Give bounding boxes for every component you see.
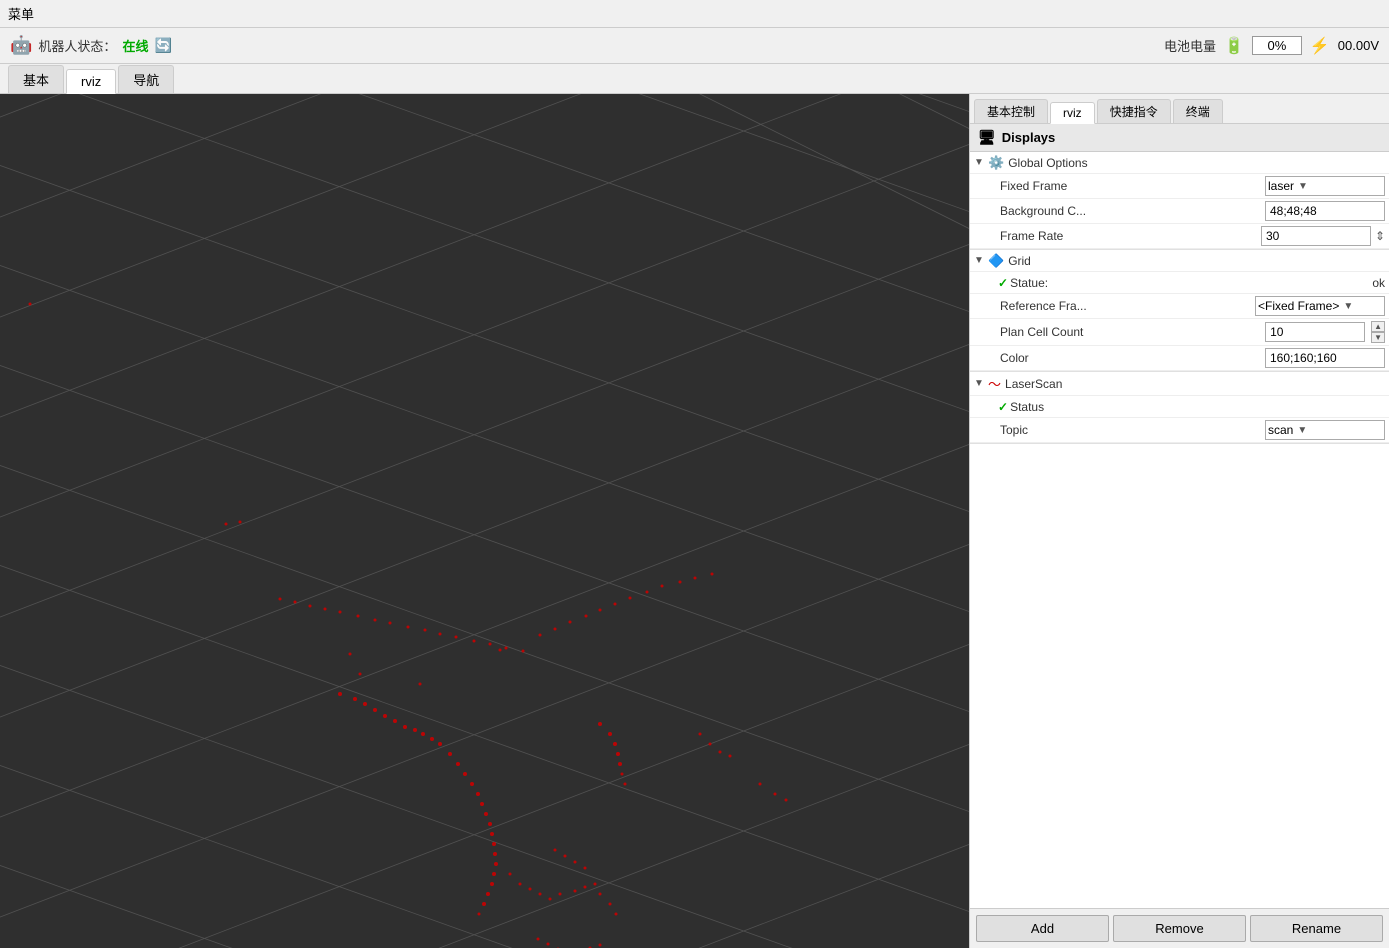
tab-nav[interactable]: 导航 <box>118 65 174 93</box>
frame-rate-label: Frame Rate <box>1000 229 1261 243</box>
reference-frame-dropdown[interactable]: <Fixed Frame> ▼ <box>1255 296 1385 316</box>
topic-label: Topic <box>1000 423 1265 437</box>
displays-header: 🖥 Displays <box>970 124 1389 152</box>
cell-count-up[interactable]: ▲ <box>1371 321 1385 332</box>
grid-row[interactable]: ▼ 🔷 Grid <box>970 250 1389 272</box>
topic-dropdown[interactable]: scan ▼ <box>1265 420 1385 440</box>
topic-arrow: ▼ <box>1297 425 1307 436</box>
fixed-frame-value-cell: laser ▼ <box>1265 176 1385 196</box>
robot-status-label: 机器人状态： <box>38 36 116 55</box>
tab-terminal[interactable]: 终端 <box>1173 99 1223 123</box>
grid-status-label: Statue: <box>1010 276 1364 290</box>
plan-cell-count-label: Plan Cell Count <box>1000 325 1265 339</box>
background-color-label: Background C... <box>1000 204 1265 218</box>
global-options-label: Global Options <box>1008 156 1385 170</box>
header-row: 🤖 机器人状态： 在线 🔄 电池电量 🔋 0% ⚡ 00.00V <box>0 28 1389 64</box>
tab-shortcuts[interactable]: 快捷指令 <box>1097 99 1171 123</box>
reference-frame-arrow: ▼ <box>1343 301 1353 312</box>
laser-scan-section: ▼ 〜 LaserScan ✓ Status Topic scan <box>970 372 1389 444</box>
laser-scan-icon: 〜 <box>988 374 1001 393</box>
settings-icon: ⚙️ <box>988 155 1004 171</box>
voltage-value: 00.00V <box>1338 38 1379 53</box>
grid-color-value-cell <box>1265 348 1385 368</box>
battery-icon: 🔋 <box>1224 36 1244 56</box>
visualization-svg <box>0 94 969 948</box>
frame-rate-input[interactable] <box>1261 226 1371 246</box>
global-options-section: ▼ ⚙️ Global Options Fixed Frame laser ▼ <box>970 152 1389 250</box>
grid-color-row: Color <box>970 346 1389 371</box>
main-content: 基本控制 rviz 快捷指令 终端 🖥 Displays ▼ ⚙️ Global… <box>0 94 1389 948</box>
tab-basic[interactable]: 基本 <box>8 65 64 93</box>
frame-rate-value-cell: ⇕ <box>1261 226 1385 246</box>
cell-count-spinner[interactable]: ▲ ▼ <box>1371 321 1385 343</box>
header-right: 电池电量 🔋 0% ⚡ 00.00V <box>1164 36 1379 56</box>
battery-label: 电池电量 <box>1164 36 1216 55</box>
battery-value: 0% <box>1252 36 1302 55</box>
tab-basic-control[interactable]: 基本控制 <box>974 99 1048 123</box>
laser-scan-label: LaserScan <box>1005 377 1385 391</box>
plan-cell-count-row: Plan Cell Count ▲ ▼ <box>970 319 1389 346</box>
frame-rate-spin: ⇕ <box>1375 229 1385 243</box>
global-options-row[interactable]: ▼ ⚙️ Global Options <box>970 152 1389 174</box>
plan-cell-count-value-cell: ▲ ▼ <box>1265 321 1385 343</box>
fixed-frame-arrow: ▼ <box>1298 181 1308 192</box>
background-color-row: Background C... <box>970 199 1389 224</box>
laser-scan-row[interactable]: ▼ 〜 LaserScan <box>970 372 1389 396</box>
cell-count-down[interactable]: ▼ <box>1371 332 1385 343</box>
tab-rviz-right[interactable]: rviz <box>1050 102 1095 124</box>
fixed-frame-row: Fixed Frame laser ▼ <box>970 174 1389 199</box>
right-tab-row: 基本控制 rviz 快捷指令 终端 <box>970 94 1389 124</box>
reference-frame-row: Reference Fra... <Fixed Frame> ▼ <box>970 294 1389 319</box>
right-panel: 基本控制 rviz 快捷指令 终端 🖥 Displays ▼ ⚙️ Global… <box>969 94 1389 948</box>
grid-color-label: Color <box>1000 351 1265 365</box>
viz-area[interactable] <box>0 94 969 948</box>
monitor-icon: 🖥 <box>978 129 996 146</box>
add-button[interactable]: Add <box>976 915 1109 942</box>
displays-title: Displays <box>1002 130 1055 145</box>
robot-icon: 🤖 <box>10 35 32 56</box>
expand-grid[interactable]: ▼ <box>974 255 986 266</box>
robot-status-value: 在线 <box>122 36 148 55</box>
laser-status-label: Status <box>1010 400 1385 414</box>
grid-status-check: ✓ <box>998 276 1008 290</box>
fixed-frame-dropdown[interactable]: laser ▼ <box>1265 176 1385 196</box>
grid-status-row: ✓ Statue: ok <box>970 272 1389 294</box>
bottom-buttons: Add Remove Rename <box>970 908 1389 948</box>
expand-laser-scan[interactable]: ▼ <box>974 378 986 389</box>
grid-section: ▼ 🔷 Grid ✓ Statue: ok Reference Fra... <box>970 250 1389 372</box>
grid-icon: 🔷 <box>988 253 1004 269</box>
laser-status-check: ✓ <box>998 400 1008 414</box>
tab-rviz[interactable]: rviz <box>66 69 116 94</box>
frame-rate-row: Frame Rate ⇕ <box>970 224 1389 249</box>
header-left: 🤖 机器人状态： 在线 🔄 <box>10 35 172 56</box>
grid-label: Grid <box>1008 254 1385 268</box>
laser-scan-status-row: ✓ Status <box>970 396 1389 418</box>
menu-label[interactable]: 菜单 <box>8 4 34 23</box>
reference-frame-label: Reference Fra... <box>1000 299 1255 313</box>
menu-bar: 菜单 <box>0 0 1389 28</box>
remove-button[interactable]: Remove <box>1113 915 1246 942</box>
fixed-frame-value: laser <box>1268 179 1294 193</box>
left-tab-row: 基本 rviz 导航 <box>0 64 1389 94</box>
background-color-input[interactable] <box>1265 201 1385 221</box>
grid-status-value: ok <box>1372 276 1385 290</box>
background-color-value-cell <box>1265 201 1385 221</box>
rename-button[interactable]: Rename <box>1250 915 1383 942</box>
topic-row: Topic scan ▼ <box>970 418 1389 443</box>
displays-panel: 🖥 Displays ▼ ⚙️ Global Options Fixed Fra… <box>970 124 1389 908</box>
reference-frame-value-cell: <Fixed Frame> ▼ <box>1255 296 1385 316</box>
topic-value-cell: scan ▼ <box>1265 420 1385 440</box>
grid-color-input[interactable] <box>1265 348 1385 368</box>
reference-frame-value: <Fixed Frame> <box>1258 299 1339 313</box>
plan-cell-count-input[interactable] <box>1265 322 1365 342</box>
expand-global-options[interactable]: ▼ <box>974 157 986 168</box>
fixed-frame-label: Fixed Frame <box>1000 179 1265 193</box>
lightning-icon: ⚡ <box>1310 36 1330 56</box>
topic-value: scan <box>1268 423 1293 437</box>
refresh-icon[interactable]: 🔄 <box>154 37 171 54</box>
